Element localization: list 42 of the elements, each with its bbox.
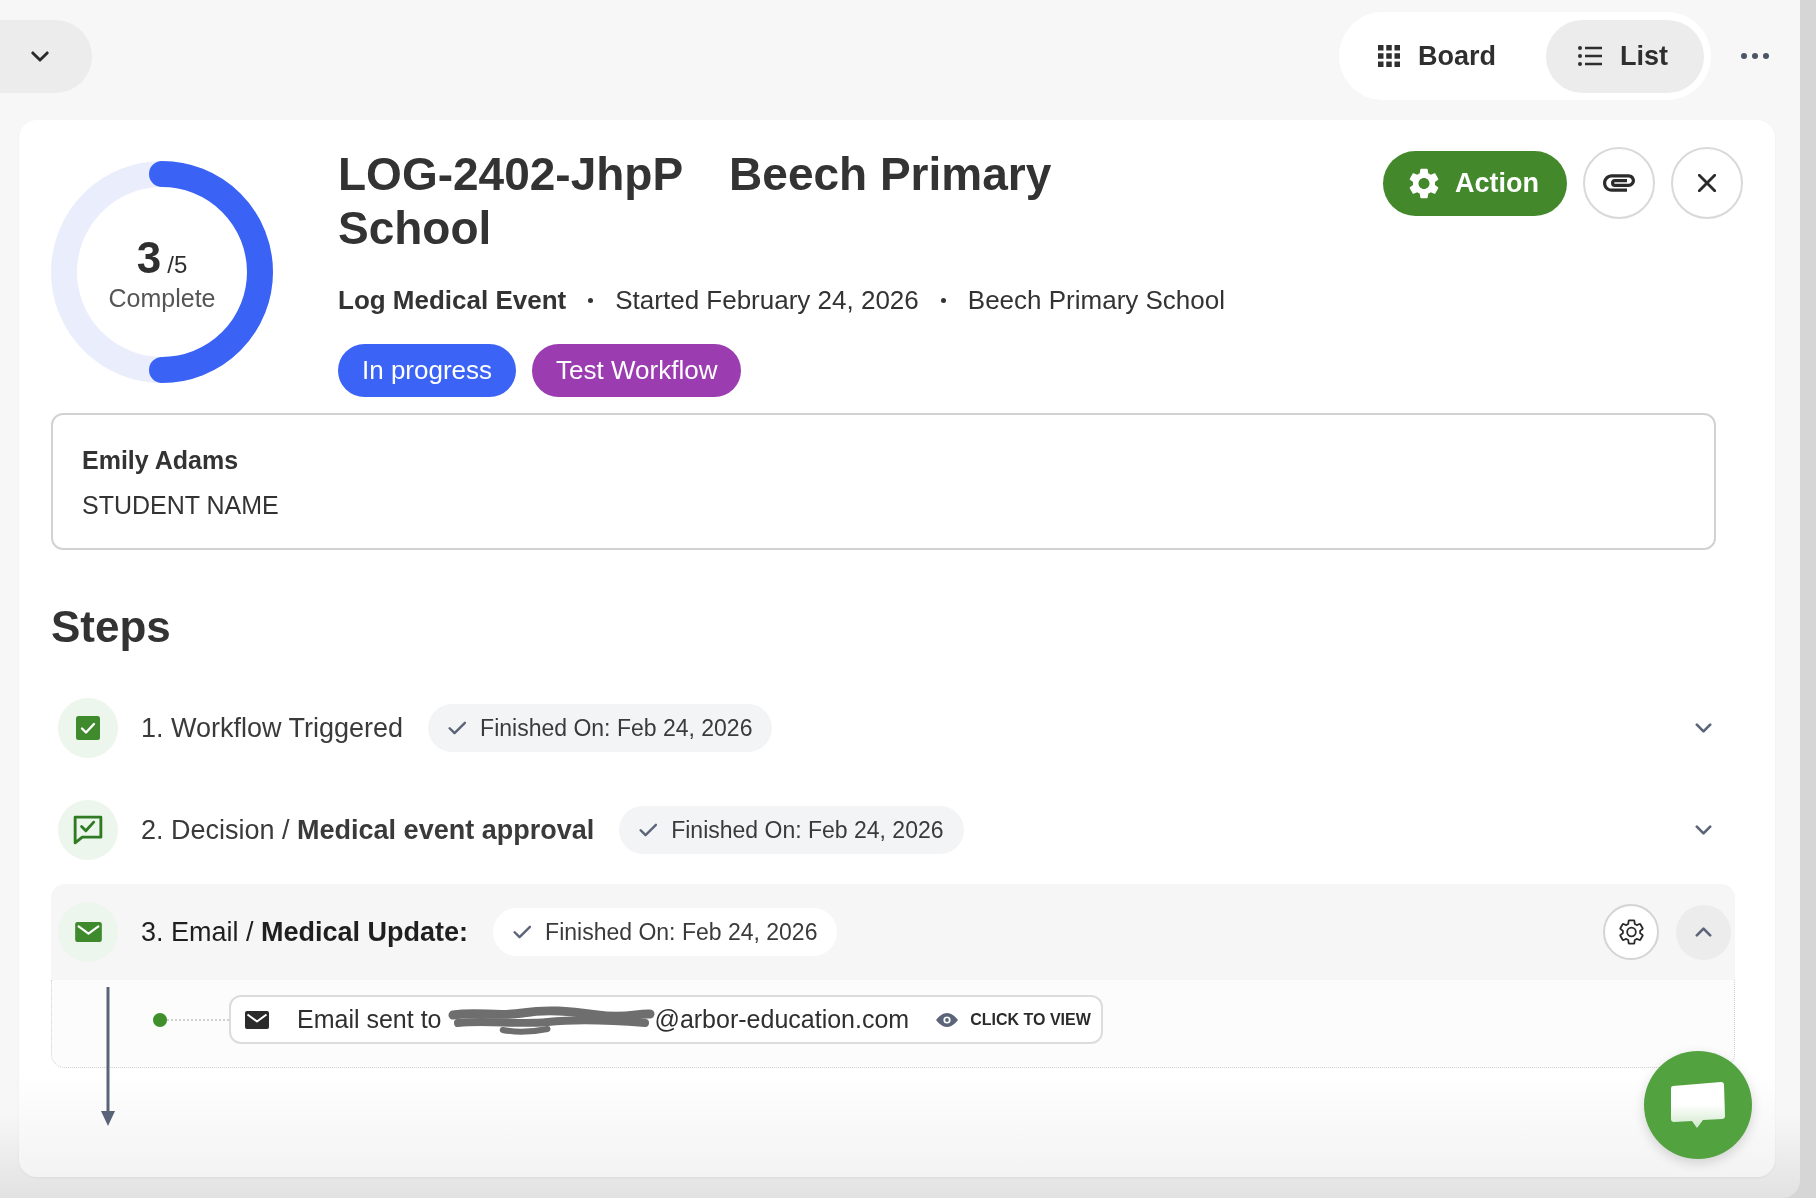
action-button[interactable]: Action bbox=[1383, 150, 1567, 216]
settings-button[interactable] bbox=[1603, 904, 1659, 960]
meta-text: Log Medical Event bbox=[338, 284, 567, 317]
check-icon bbox=[513, 925, 532, 939]
settings-icon bbox=[1409, 167, 1439, 199]
eye-icon bbox=[936, 1012, 959, 1027]
view-email-link[interactable]: CLICK TO VIEW bbox=[936, 1007, 1091, 1032]
check-icon bbox=[639, 823, 658, 837]
step-title: 2. Decision / Medical event approval bbox=[141, 813, 595, 847]
view-tab[interactable]: Board bbox=[1345, 19, 1532, 93]
status-tag: Test Workflow bbox=[532, 344, 742, 397]
student-name: Emily Adams bbox=[82, 445, 239, 476]
list-icon bbox=[1578, 46, 1602, 66]
progress-total: /5 bbox=[167, 251, 188, 279]
status-text: Finished On: Feb 24, 2026 bbox=[671, 815, 944, 845]
progress-caption: Complete bbox=[108, 283, 216, 313]
chevron-up-icon bbox=[1695, 927, 1712, 937]
email-address: @arbor-education.com bbox=[654, 1003, 910, 1035]
status-text: Finished On: Feb 24, 2026 bbox=[480, 713, 753, 743]
grid-icon bbox=[1377, 45, 1400, 67]
check-icon bbox=[448, 721, 467, 735]
meta-text: Started February 24, 2026 bbox=[615, 284, 919, 317]
steps-heading: Steps bbox=[51, 601, 171, 653]
paperclip-icon bbox=[1603, 174, 1635, 192]
view-tab[interactable]: List bbox=[1546, 19, 1704, 93]
email-sent-text: Email sent to bbox=[297, 1003, 442, 1035]
status-tag: In progress bbox=[338, 344, 517, 397]
chevron-down-icon bbox=[1695, 723, 1712, 733]
chat-bubble-icon bbox=[1670, 1081, 1726, 1129]
envelope-icon bbox=[245, 1010, 269, 1029]
student-label: STUDENT NAME bbox=[82, 490, 279, 521]
record-title: LOG-2402-JhpP Beech Primary School bbox=[338, 147, 1053, 255]
chevron-down-icon bbox=[1695, 825, 1712, 835]
status-text: Finished On: Feb 24, 2026 bbox=[545, 917, 818, 947]
step-title: 1. Workflow Triggered bbox=[141, 711, 404, 745]
meta-text: Beech Primary School bbox=[967, 284, 1226, 317]
settings-icon bbox=[1618, 919, 1644, 945]
step-title: 3. Email / Medical Update: bbox=[141, 915, 469, 949]
more-dots-icon bbox=[1741, 53, 1769, 59]
progress-count: 3 bbox=[136, 235, 162, 281]
close-icon bbox=[1698, 174, 1716, 192]
chevron-down-icon bbox=[31, 50, 49, 62]
